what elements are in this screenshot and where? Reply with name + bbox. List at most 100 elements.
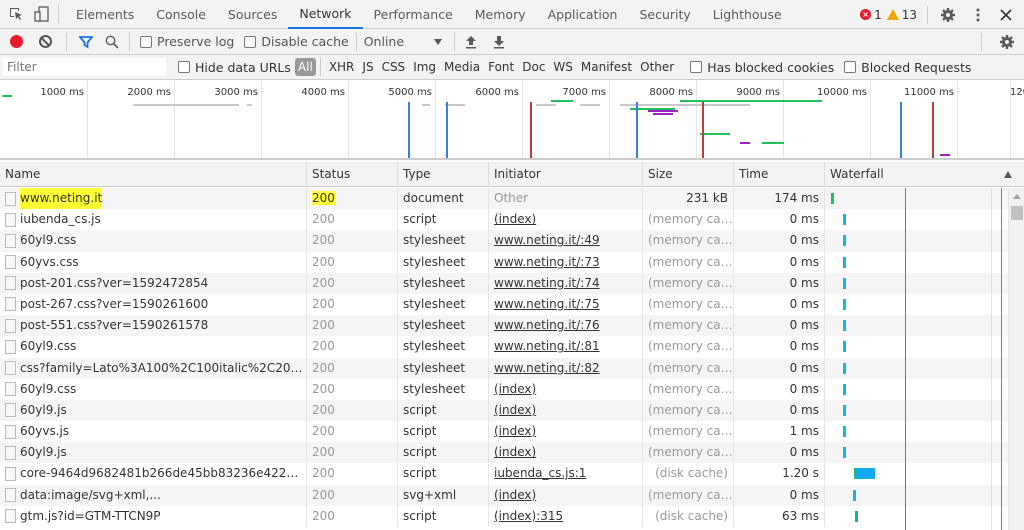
table-row[interactable]: post-267.css?ver=1590261600 200 stylesheet… xyxy=(0,293,1008,315)
cell-initiator[interactable]: www.neting.it/:81 xyxy=(489,336,643,358)
gear-icon[interactable] xyxy=(938,5,958,25)
blocked-requests-checkbox[interactable]: Blocked Requests xyxy=(844,60,971,75)
request-name[interactable]: 60yl9.js xyxy=(20,400,67,421)
filter-input[interactable] xyxy=(3,58,166,76)
request-name[interactable]: 60yvs.js xyxy=(20,421,69,442)
cell-initiator[interactable]: (index) xyxy=(489,399,643,421)
request-name[interactable]: post-201.css?ver=1592472854 xyxy=(20,273,208,294)
clear-icon[interactable] xyxy=(39,35,52,48)
tab-elements[interactable]: Elements xyxy=(65,0,145,29)
request-name[interactable]: www.neting.it xyxy=(20,188,103,209)
cell-initiator[interactable]: (index):315 xyxy=(489,505,643,527)
filter-type-doc[interactable]: Doc xyxy=(518,60,549,74)
inspect-element-icon[interactable] xyxy=(6,4,26,24)
column-header-size[interactable]: Size xyxy=(643,162,734,187)
filter-type-js[interactable]: JS xyxy=(358,60,377,74)
cell-initiator[interactable]: (index) xyxy=(489,421,643,443)
table-row[interactable]: 60yvs.js 200 script (index) (memory cac... 1 … xyxy=(0,421,1008,443)
hide-data-urls-checkbox[interactable]: Hide data URLs xyxy=(178,60,291,75)
warning-icon[interactable] xyxy=(886,9,899,20)
error-icon[interactable]: × xyxy=(860,9,872,20)
tab-lighthouse[interactable]: Lighthouse xyxy=(702,0,793,29)
gear-icon[interactable] xyxy=(999,34,1015,50)
filter-type-media[interactable]: Media xyxy=(440,60,484,74)
table-row[interactable]: iubenda_cs.js 200 script (index) (memory cac… xyxy=(0,209,1008,231)
request-name[interactable]: post-551.css?ver=1590261578 xyxy=(20,315,208,336)
download-icon[interactable] xyxy=(493,35,505,49)
cell-initiator[interactable]: www.neting.it/:75 xyxy=(489,293,643,315)
table-row[interactable]: data:image/svg+xml,... 200 svg+xml (index)(… xyxy=(0,484,1008,506)
checkbox[interactable] xyxy=(140,35,152,48)
request-name[interactable]: css?family=Lato%3A100%2C100italic%2C200%… xyxy=(20,358,306,379)
table-row[interactable]: 60yl9.css 200 stylesheet www.neting.it/:49(… xyxy=(0,230,1008,252)
filter-type-ws[interactable]: WS xyxy=(549,60,576,74)
cell-initiator[interactable]: www.neting.it/:73 xyxy=(489,251,643,273)
column-header-initiator[interactable]: Initiator xyxy=(489,162,643,187)
request-name[interactable]: 60yl9.css xyxy=(20,336,76,357)
sort-ascending-icon[interactable] xyxy=(1004,171,1012,178)
request-name[interactable]: 60yl9.css xyxy=(20,230,76,251)
filter-type-img[interactable]: Img xyxy=(409,60,440,74)
column-header-status[interactable]: Status xyxy=(307,162,398,187)
cell-initiator[interactable]: www.neting.it/:74 xyxy=(489,272,643,294)
filter-type-all[interactable]: All xyxy=(294,58,316,76)
table-row[interactable]: post-201.css?ver=1592472854 200 stylesheet… xyxy=(0,272,1008,294)
scroll-thumb[interactable] xyxy=(1011,206,1023,220)
request-name[interactable]: gtm.js?id=GTM-TTCN9P xyxy=(20,506,161,527)
column-header-name[interactable]: Name xyxy=(0,162,307,187)
request-name[interactable]: data:image/svg+xml,... xyxy=(20,485,161,506)
cell-initiator[interactable]: (index) xyxy=(489,209,643,231)
cell-initiator[interactable]: www.neting.it/:82 xyxy=(489,357,643,379)
table-row[interactable]: 60yl9.js 200 script (index) (memory cac... 0 … xyxy=(0,399,1008,422)
tab-network[interactable]: Network xyxy=(288,0,363,29)
preserve-log-checkbox[interactable]: Preserve log xyxy=(140,34,234,49)
column-header-waterfall[interactable]: Waterfall xyxy=(825,162,1024,187)
checkbox[interactable] xyxy=(178,61,190,73)
warning-count[interactable]: 13 xyxy=(902,8,917,22)
record-icon[interactable] xyxy=(10,35,23,48)
cell-initiator[interactable]: www.neting.it/:76 xyxy=(489,315,643,337)
request-name[interactable]: 60yl9.css xyxy=(20,379,76,400)
column-header-type[interactable]: Type xyxy=(398,162,489,187)
column-header-time[interactable]: Time xyxy=(734,162,825,187)
tab-application[interactable]: Application xyxy=(537,0,629,29)
table-row[interactable]: 60yl9.js 200 script (index) (memory cac... 0 … xyxy=(0,442,1008,464)
request-name[interactable]: iubenda_cs.js xyxy=(20,209,101,230)
tab-sources[interactable]: Sources xyxy=(217,0,288,29)
search-icon[interactable] xyxy=(105,35,119,49)
cell-initiator[interactable]: www.neting.it/:49 xyxy=(489,230,643,252)
request-name[interactable]: post-267.css?ver=1590261600 xyxy=(20,294,208,315)
filter-icon[interactable] xyxy=(79,35,93,49)
checkbox[interactable] xyxy=(690,61,703,73)
cell-initiator[interactable]: iubenda_cs.js:1 xyxy=(489,463,643,485)
scroll-up-icon[interactable] xyxy=(1013,194,1021,199)
has-blocked-cookies-checkbox[interactable]: Has blocked cookies xyxy=(690,60,834,75)
close-icon[interactable] xyxy=(996,5,1016,25)
table-row[interactable]: 60yvs.css 200 stylesheet www.neting.it/:73(… xyxy=(0,251,1008,273)
tab-performance[interactable]: Performance xyxy=(363,0,464,29)
error-count[interactable]: 1 xyxy=(874,8,882,22)
cell-initiator[interactable]: (index) xyxy=(489,484,643,506)
kebab-menu-icon[interactable] xyxy=(968,5,988,25)
tab-console[interactable]: Console xyxy=(145,0,217,29)
table-row[interactable]: post-551.css?ver=1590261578 200 stylesheet… xyxy=(0,315,1008,337)
table-row[interactable]: css?family=Lato%3A100%2C100italic%2C200%… xyxy=(0,357,1008,379)
filter-type-xhr[interactable]: XHR xyxy=(325,60,359,74)
disable-cache-checkbox[interactable]: Disable cache xyxy=(244,34,349,49)
request-name[interactable]: 60yvs.css xyxy=(20,252,79,273)
filter-type-manifest[interactable]: Manifest xyxy=(577,60,636,74)
device-toolbar-icon[interactable] xyxy=(32,4,52,24)
scrollbar[interactable] xyxy=(1008,188,1024,530)
filter-type-font[interactable]: Font xyxy=(484,60,518,74)
table-row[interactable]: 60yl9.css 200 stylesheet www.neting.it/:81(… xyxy=(0,336,1008,358)
tab-memory[interactable]: Memory xyxy=(464,0,537,29)
throttling-select[interactable]: Online xyxy=(364,34,442,49)
request-name[interactable]: core-9464d9682481b266de45bb83236e4229.js xyxy=(20,463,306,484)
table-row[interactable]: core-9464d9682481b266de45bb83236e4229.js… xyxy=(0,463,1008,485)
filter-type-css[interactable]: CSS xyxy=(378,60,410,74)
request-name[interactable]: 60yl9.js xyxy=(20,442,67,463)
cell-initiator[interactable]: (index) xyxy=(489,378,643,400)
cell-initiator[interactable]: (index) xyxy=(489,442,643,464)
checkbox[interactable] xyxy=(244,35,257,48)
table-row[interactable]: gtm.js?id=GTM-TTCN9P 200 script (index):315… xyxy=(0,505,1008,527)
